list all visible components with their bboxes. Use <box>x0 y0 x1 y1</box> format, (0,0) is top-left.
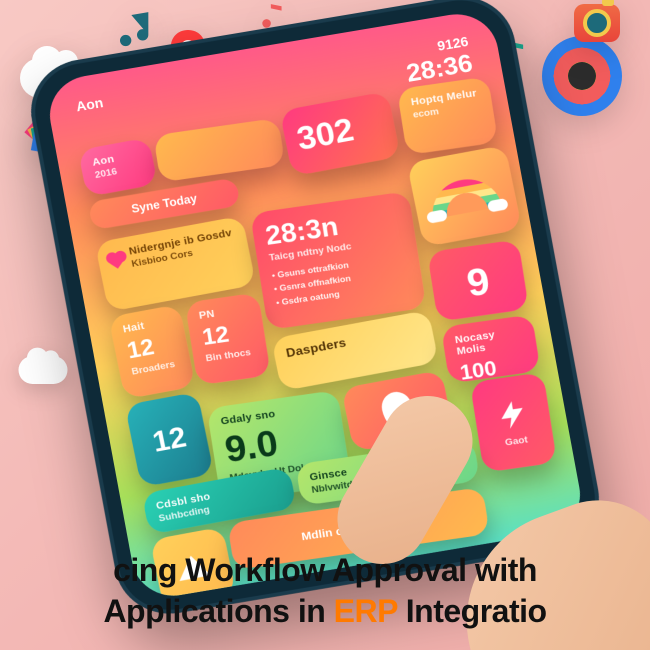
target-icon <box>542 36 622 116</box>
phone-screen: Aon 9126 28:36 Aon 2016 Syne Today 302 <box>43 8 586 602</box>
tile-summary1-sub: Suhbcding <box>158 491 284 524</box>
sync-label: Syne Today <box>130 192 198 216</box>
bolt-icon <box>493 396 532 433</box>
status-left: Aon <box>75 95 105 114</box>
tile-score-sub: Mdevyby Ut Dols <box>229 458 337 484</box>
tile-action-label: Gaot <box>504 434 528 448</box>
caption-erp: ERP <box>334 593 398 629</box>
tile-status-year: 2016 <box>94 162 143 181</box>
tile-number-9[interactable]: 9 <box>427 239 529 322</box>
scene: Aon 9126 28:36 Aon 2016 Syne Today 302 <box>0 0 650 650</box>
tile-action[interactable]: Gaot <box>470 372 557 473</box>
tile-number-12[interactable]: 12 <box>125 392 214 488</box>
tile-subinfo-title: Daspders <box>285 321 421 360</box>
headline-caption: cing Workflow Approval with Applications… <box>0 550 650 632</box>
caption-line-1: cing Workflow Approval with <box>0 550 650 591</box>
tile-cat2-value: 12 <box>200 318 254 351</box>
tile-score[interactable]: Gdaly sno 9.0 Mdevyby Ut Dols <box>207 390 352 503</box>
music-note-icon <box>120 12 154 52</box>
water-drop-icon <box>379 390 416 433</box>
tile-category-1[interactable]: Hait 12 Broaders <box>108 304 195 399</box>
status-tag: Aon <box>75 95 105 114</box>
caption-line-2: Applications in ERP Integratio <box>0 591 650 632</box>
tile-number-100[interactable]: Nocasy Molis 100 <box>441 314 541 383</box>
tile-100-label: Nocasy Molis <box>454 325 525 357</box>
heart-icon <box>109 253 125 268</box>
tile-summary2-sub: Nblvwitdny Ut <box>311 463 467 495</box>
tile-number-302[interactable]: 302 <box>279 91 400 176</box>
tile-12-value: 12 <box>142 420 198 461</box>
tile-score-value: 9.0 <box>222 416 335 472</box>
tile-grid: Aon 2016 Syne Today 302 Hoptq Melur ecom <box>74 81 566 581</box>
tile-status[interactable]: Aon 2016 <box>78 137 158 197</box>
tile-summary-1[interactable]: Cdsbl sho Suhbcding <box>141 467 297 535</box>
tile-9-value: 9 <box>464 260 493 305</box>
tile-summary1-title: Cdsbl sho <box>155 478 281 512</box>
caption-l2-prefix: Applications in <box>103 593 333 629</box>
cloud-icon <box>19 356 68 384</box>
caption-l1-prefix: cing Workflow Approval with <box>113 552 537 588</box>
tile-info-small[interactable]: Hoptq Melur ecom <box>397 76 498 155</box>
tile-rainbow[interactable] <box>407 145 522 247</box>
camera-icon <box>574 4 620 42</box>
caption-l2-suffix: Integratio <box>397 593 546 629</box>
tile-302-value: 302 <box>294 106 386 158</box>
phone-mockup: Aon 9126 28:36 Aon 2016 Syne Today 302 <box>22 0 607 622</box>
tile-category-2[interactable]: PN 12 Bin thocs <box>185 292 271 385</box>
tile-summary2-title: Ginsce <box>309 450 465 483</box>
tile-score-label: Gdaly sno <box>220 401 329 427</box>
rainbow-icon <box>427 173 502 218</box>
tile-weather[interactable]: 28:3n Taicg ndtny Nodc Gsuns ottrafkion … <box>250 191 427 330</box>
